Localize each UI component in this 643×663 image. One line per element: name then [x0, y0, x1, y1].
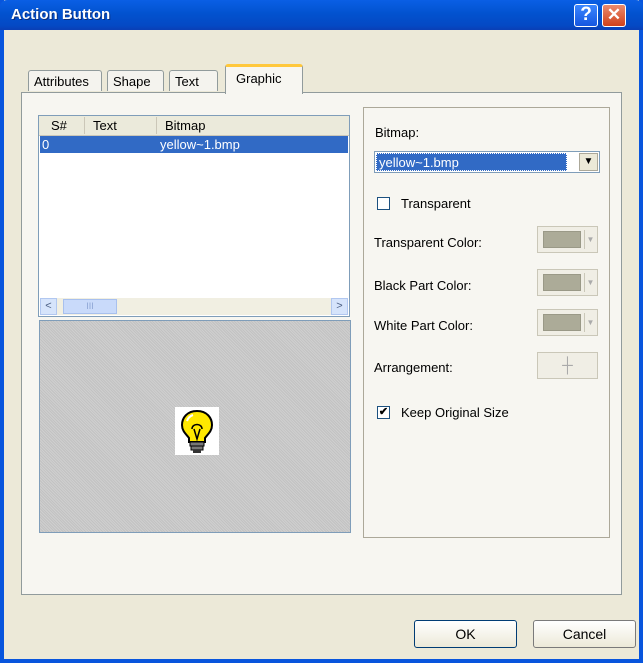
black-part-color-picker[interactable]: ▼ [537, 269, 598, 296]
arrangement-label: Arrangement: [374, 360, 453, 375]
white-part-color-picker[interactable]: ▼ [537, 309, 598, 336]
transparent-label: Transparent [401, 196, 471, 211]
grip-icon: III [86, 301, 94, 311]
color-dropdown-icon: ▼ [584, 230, 596, 249]
list-header: S# Text Bitmap [39, 116, 349, 136]
dropdown-button[interactable]: ▼ [579, 153, 598, 171]
horizontal-scrollbar[interactable]: < III > [40, 298, 348, 315]
chevron-left-icon: < [45, 300, 52, 312]
close-button[interactable]: ✕ [602, 4, 626, 27]
color-swatch [543, 274, 581, 291]
tab-graphic[interactable]: Graphic [225, 64, 303, 94]
bitmap-select-value: yellow~1.bmp [376, 153, 567, 171]
scroll-right-button[interactable]: > [331, 298, 348, 315]
tab-shape[interactable]: Shape [107, 70, 164, 91]
column-header-bitmap[interactable]: Bitmap [157, 117, 349, 134]
tab-shape-label: Shape [113, 74, 151, 89]
table-row[interactable]: 0 yellow~1.bmp [40, 136, 348, 153]
arrangement-button[interactable]: ┼ [537, 352, 598, 379]
scroll-left-button[interactable]: < [40, 298, 57, 315]
close-icon: ✕ [606, 5, 622, 24]
bitmap-label: Bitmap: [375, 125, 420, 140]
scroll-thumb[interactable]: III [63, 299, 117, 314]
transparent-color-picker[interactable]: ▼ [537, 226, 598, 253]
title-bar[interactable]: Action Button ? ✕ [0, 0, 643, 30]
column-header-s[interactable]: S# [39, 117, 85, 134]
chevron-down-icon: ▼ [583, 156, 594, 167]
bitmap-preview [39, 320, 351, 533]
chevron-right-icon: > [336, 300, 343, 312]
bitmap-list[interactable]: S# Text Bitmap 0 yellow~1.bmp < III > [38, 115, 350, 317]
column-header-text[interactable]: Text [85, 117, 157, 134]
tab-text-label: Text [175, 74, 199, 89]
transparent-checkbox[interactable] [377, 197, 390, 210]
row-s: 0 [42, 137, 50, 152]
keep-original-size-checkbox[interactable]: ✔ [377, 406, 390, 419]
tab-graphic-label: Graphic [236, 71, 282, 86]
tab-attributes-label: Attributes [34, 74, 89, 89]
transparent-color-label: Transparent Color: [374, 235, 482, 250]
help-icon: ? [580, 4, 592, 25]
white-part-color-label: White Part Color: [374, 318, 473, 333]
color-dropdown-icon: ▼ [584, 273, 596, 292]
color-dropdown-icon: ▼ [584, 313, 596, 332]
help-button[interactable]: ? [574, 4, 598, 27]
checkmark-icon: ✔ [378, 406, 389, 418]
cancel-button[interactable]: Cancel [533, 620, 636, 648]
tab-attributes[interactable]: Attributes [28, 70, 102, 91]
window-title: Action Button [11, 6, 111, 23]
tab-text[interactable]: Text [169, 70, 218, 91]
color-swatch [543, 231, 581, 248]
row-bitmap: yellow~1.bmp [160, 137, 240, 152]
color-swatch [543, 314, 581, 331]
ok-button[interactable]: OK [414, 620, 517, 648]
keep-original-size-label: Keep Original Size [401, 405, 509, 420]
black-part-color-label: Black Part Color: [374, 278, 472, 293]
crosshair-icon: ┼ [562, 357, 573, 374]
lightbulb-icon [175, 407, 219, 455]
bitmap-select[interactable]: yellow~1.bmp ▼ [374, 151, 600, 173]
